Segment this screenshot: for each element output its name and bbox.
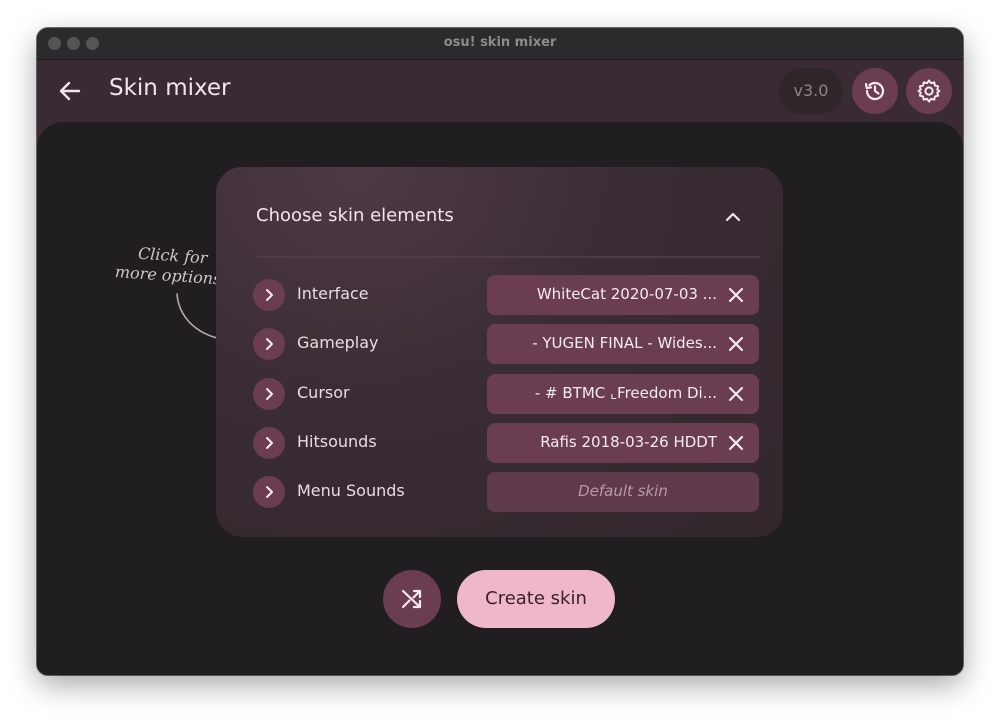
history-icon (864, 81, 885, 101)
main-panel: Click for more options! Choose skin elem… (37, 122, 963, 675)
row-label: Interface (297, 284, 369, 303)
chevron-up-icon (725, 212, 741, 222)
skin-select-field[interactable]: Rafis 2018-03-26 HDDT (487, 423, 759, 463)
expand-button[interactable] (253, 279, 285, 311)
shuffle-icon (401, 589, 422, 609)
chevron-right-icon (266, 338, 273, 350)
expand-button[interactable] (253, 378, 285, 410)
selected-skin: - YUGEN FINAL - Wides... (532, 334, 717, 352)
skin-element-row-menu-sounds: Menu Sounds Default skin (216, 472, 783, 512)
skin-element-row-cursor: Cursor - # BTMC ⌞Freedom Di... (216, 374, 783, 414)
create-skin-button[interactable]: Create skin (457, 570, 615, 628)
content-area: Click for more options! Choose skin elem… (37, 122, 963, 675)
skin-select-field[interactable]: Default skin (487, 472, 759, 512)
skin-select-field[interactable]: - # BTMC ⌞Freedom Di... (487, 374, 759, 414)
shuffle-button[interactable] (383, 570, 441, 628)
app-bar: Skin mixer v3.0 (37, 60, 963, 122)
close-icon[interactable] (726, 433, 746, 453)
window-title: osu! skin mixer (443, 35, 557, 50)
skin-element-row-hitsounds: Hitsounds Rafis 2018-03-26 HDDT (216, 423, 783, 463)
row-label: Hitsounds (297, 432, 377, 451)
skin-select-field[interactable]: WhiteCat 2020-07-03 ... (487, 275, 759, 315)
skin-element-row-interface: Interface WhiteCat 2020-07-03 ... (216, 275, 783, 315)
close-icon[interactable] (726, 334, 746, 354)
chevron-right-icon (266, 388, 273, 400)
close-icon[interactable] (726, 285, 746, 305)
default-skin-placeholder: Default skin (578, 482, 668, 500)
selected-skin: Rafis 2018-03-26 HDDT (540, 433, 717, 451)
arrow-left-icon (59, 81, 81, 101)
expand-button[interactable] (253, 476, 285, 508)
expand-button[interactable] (253, 328, 285, 360)
expand-button[interactable] (253, 427, 285, 459)
close-icon[interactable] (726, 384, 746, 404)
row-label: Gameplay (297, 333, 379, 352)
version-badge: v3.0 (779, 68, 843, 114)
divider (256, 256, 760, 258)
row-label: Menu Sounds (297, 481, 405, 500)
skin-element-row-gameplay: Gameplay - YUGEN FINAL - Wides... (216, 324, 783, 364)
settings-button[interactable] (906, 68, 952, 114)
gear-icon (917, 79, 941, 103)
page-title: Skin mixer (109, 75, 231, 101)
back-button[interactable] (53, 74, 87, 108)
chevron-right-icon (266, 289, 273, 301)
chevron-right-icon (266, 437, 273, 449)
collapse-button[interactable] (720, 204, 746, 230)
history-button[interactable] (852, 68, 898, 114)
card-title: Choose skin elements (256, 205, 454, 226)
app-window: osu! skin mixer Skin mixer v3.0 Click fo… (37, 28, 963, 675)
selected-skin: WhiteCat 2020-07-03 ... (536, 285, 717, 303)
skin-elements-card: Choose skin elements Interface WhiteCat … (216, 167, 783, 537)
title-bar: osu! skin mixer (37, 28, 963, 60)
skin-select-field[interactable]: - YUGEN FINAL - Wides... (487, 324, 759, 364)
selected-skin: - # BTMC ⌞Freedom Di... (534, 384, 717, 402)
row-label: Cursor (297, 383, 350, 402)
chevron-right-icon (266, 486, 273, 498)
